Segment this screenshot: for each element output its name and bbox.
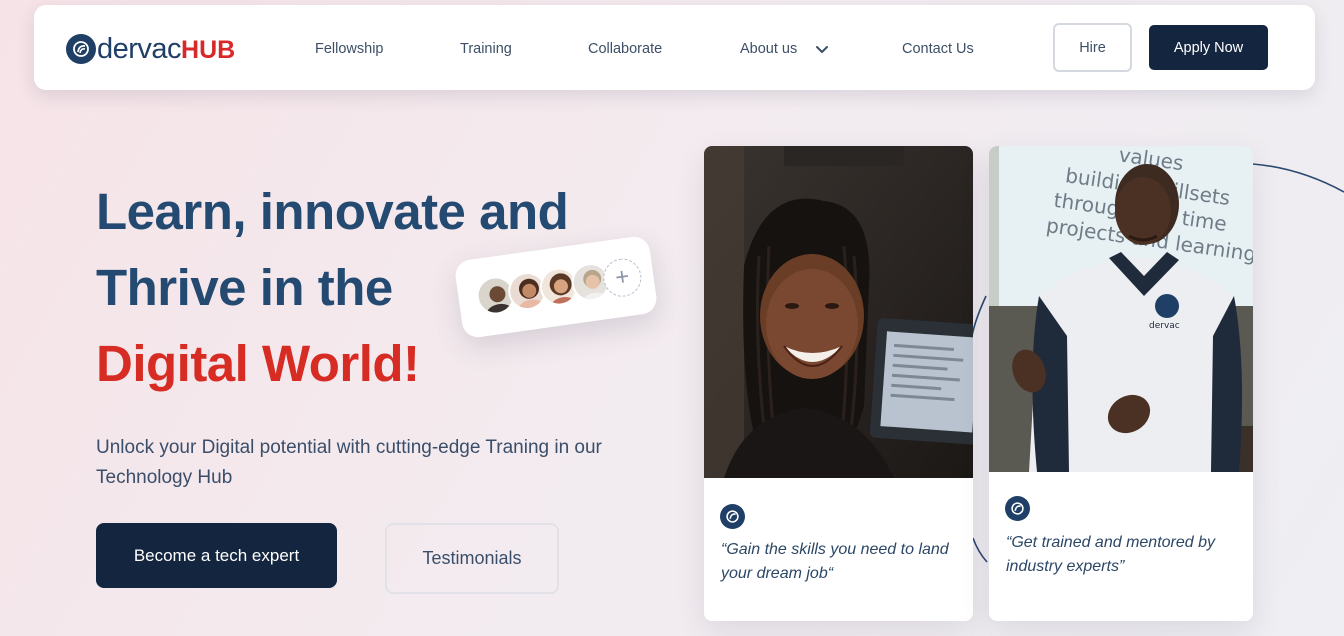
logo-text: dervac [97, 33, 182, 65]
apply-now-button[interactable]: Apply Now [1149, 25, 1268, 70]
testimonials-button[interactable]: Testimonials [385, 523, 559, 594]
dervac-logo-icon [720, 504, 745, 529]
nav-collaborate[interactable]: Collaborate [588, 41, 662, 57]
add-member-icon[interactable]: + [600, 256, 644, 300]
navbar: dervac HUB Fellowship Training Collabora… [34, 5, 1315, 90]
testimonial-quote: “Gain the skills you need to land your d… [721, 541, 949, 582]
hero-heading-line3: Digital World! [96, 335, 420, 392]
community-avatars: + [453, 234, 659, 340]
shirt-text: dervac [1149, 321, 1180, 331]
nav-fellowship[interactable]: Fellowship [315, 41, 384, 57]
chevron-down-icon[interactable] [815, 42, 829, 60]
hero-heading-line1: Learn, innovate and [96, 183, 569, 240]
nav-training[interactable]: Training [460, 41, 512, 57]
testimonial-card: values building skillsets through real t… [989, 146, 1253, 621]
nav-contact-us[interactable]: Contact Us [902, 41, 974, 57]
hero-subtext: Unlock your Digital potential with cutti… [96, 437, 602, 488]
logo-mark-icon [66, 34, 96, 64]
hire-button[interactable]: Hire [1053, 23, 1132, 72]
hero-heading-line2: Thrive in the [96, 259, 393, 316]
testimonial-card: “Gain the skills you need to land your d… [704, 146, 973, 621]
brand-logo[interactable]: dervac HUB [66, 32, 235, 66]
dervac-logo-icon [1005, 496, 1030, 521]
logo-text-hub: HUB [181, 36, 236, 64]
mentor-photo: values building skillsets through real t… [989, 146, 1253, 472]
testimonial-quote: “Get trained and mentored by industry ex… [1006, 534, 1216, 575]
nav-about-us[interactable]: About us [740, 41, 797, 57]
become-tech-expert-button[interactable]: Become a tech expert [96, 523, 337, 588]
student-photo [704, 146, 973, 478]
